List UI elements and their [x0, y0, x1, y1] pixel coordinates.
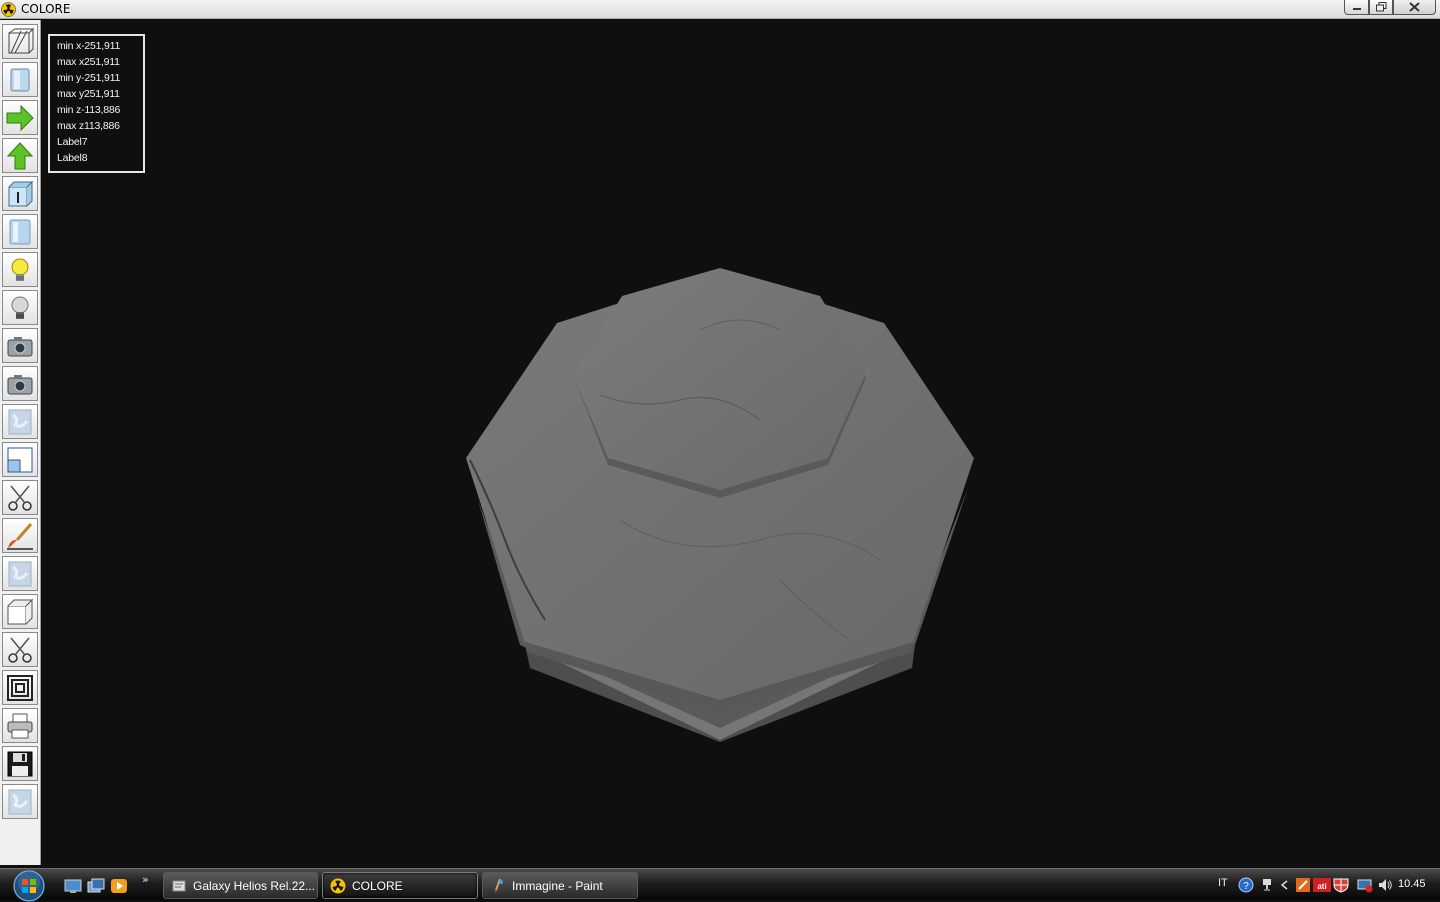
help-icon[interactable]: ? [1238, 877, 1254, 893]
camera-2-button[interactable] [2, 366, 38, 401]
galaxy-icon [172, 880, 186, 891]
camera-2-icon [7, 374, 33, 394]
light-off-icon [11, 296, 29, 319]
texture-3-button[interactable] [2, 784, 38, 819]
show-desktop-icon[interactable] [64, 878, 82, 894]
task-paint[interactable]: Immagine - Paint [482, 872, 638, 899]
max-x-label: max x251,911 [57, 56, 120, 68]
switch-windows-icon[interactable] [87, 878, 105, 894]
task-label: Immagine - Paint [512, 878, 603, 893]
save-floppy-icon [7, 751, 33, 776]
network-icon[interactable] [1261, 877, 1273, 893]
scissors-2-icon [8, 637, 32, 663]
glass-view-button[interactable] [2, 214, 38, 249]
texture-3-icon [8, 789, 32, 814]
cut-2-button[interactable] [2, 632, 38, 667]
svg-text:ati: ati [1317, 882, 1326, 891]
window-icon [7, 447, 33, 472]
scissors-icon [8, 485, 32, 511]
texture-2-button[interactable] [2, 556, 38, 591]
arrow-right-icon [6, 104, 34, 131]
display-warning-icon[interactable] [1357, 877, 1373, 893]
min-z-label: min z-113,886 [57, 104, 121, 116]
concentric-squares-icon [7, 674, 33, 701]
ati-icon[interactable]: ati [1313, 877, 1331, 893]
media-player-icon[interactable] [110, 878, 128, 894]
paint-icon [494, 878, 503, 893]
light-on-button[interactable] [2, 252, 38, 287]
arrow-up-icon [6, 141, 34, 169]
taskbar: » Galaxy Helios Rel.22... COLORE Immagin… [0, 868, 1440, 902]
light-on-icon [11, 258, 29, 281]
quicklaunch-more-button[interactable]: » [142, 873, 149, 886]
printer-icon [7, 713, 33, 738]
glass-cube-icon [9, 219, 31, 244]
security-shield-icon[interactable] [1333, 877, 1349, 893]
object-info-button[interactable] [2, 176, 38, 211]
cube-info-icon [8, 180, 34, 206]
texture-2-icon [8, 561, 32, 586]
print-button[interactable] [2, 708, 38, 743]
camera-button[interactable] [2, 328, 38, 363]
white-cube-icon [7, 598, 34, 624]
close-button[interactable] [1393, 0, 1436, 15]
minimize-icon [1352, 8, 1361, 10]
show-hidden-icons-icon[interactable] [1279, 877, 1289, 893]
move-right-button[interactable] [2, 100, 38, 135]
3d-viewport[interactable] [42, 20, 1440, 868]
label8: Label8 [57, 152, 88, 164]
save-button[interactable] [2, 746, 38, 781]
white-cube-button[interactable] [2, 594, 38, 629]
paint-button[interactable] [2, 518, 38, 553]
wireframe-tool-button[interactable] [2, 24, 38, 59]
min-y-label: min y-251,911 [57, 72, 121, 84]
wireframe-icon [8, 27, 35, 53]
window-view-button[interactable] [2, 442, 38, 477]
solid-cube-icon [10, 68, 30, 91]
cut-button[interactable] [2, 480, 38, 515]
start-button[interactable] [8, 870, 50, 902]
task-colore[interactable]: COLORE [322, 872, 478, 899]
window-title: COLORE [21, 2, 71, 16]
texture-button[interactable] [2, 404, 38, 439]
paintbrush-icon [7, 522, 33, 550]
move-up-button[interactable] [2, 138, 38, 173]
volume-icon[interactable] [1377, 877, 1393, 893]
tool-toolbar [0, 20, 41, 865]
camera-icon [7, 336, 33, 356]
task-galaxy-helios[interactable]: Galaxy Helios Rel.22... [163, 872, 318, 899]
radiation-icon [1, 2, 16, 17]
radiation-icon [330, 878, 346, 893]
title-bar: COLORE [0, 0, 1440, 19]
restore-icon [1375, 2, 1386, 12]
light-off-button[interactable] [2, 290, 38, 325]
3d-object-render [466, 268, 974, 742]
bounds-info-panel: min x-251,911 max x251,911 min y-251,911… [48, 34, 145, 173]
label7: Label7 [57, 136, 88, 148]
texture-icon [8, 409, 32, 434]
svg-text:?: ? [1243, 881, 1249, 892]
minimize-button[interactable] [1344, 0, 1369, 15]
max-z-label: max z113,886 [57, 120, 120, 132]
max-y-label: max y251,911 [57, 88, 120, 100]
min-x-label: min x-251,911 [57, 40, 121, 52]
system-tray: IT ? ati 10.45 [1205, 869, 1440, 901]
language-indicator[interactable]: IT [1218, 877, 1228, 893]
clock[interactable]: 10.45 [1398, 878, 1426, 894]
firewall-icon[interactable] [1295, 877, 1311, 893]
restore-button[interactable] [1369, 0, 1393, 15]
task-label: Galaxy Helios Rel.22... [193, 878, 316, 893]
solid-view-button[interactable] [2, 62, 38, 97]
frame-button[interactable] [2, 670, 38, 705]
task-label: COLORE [352, 878, 403, 893]
close-icon [1409, 2, 1420, 12]
